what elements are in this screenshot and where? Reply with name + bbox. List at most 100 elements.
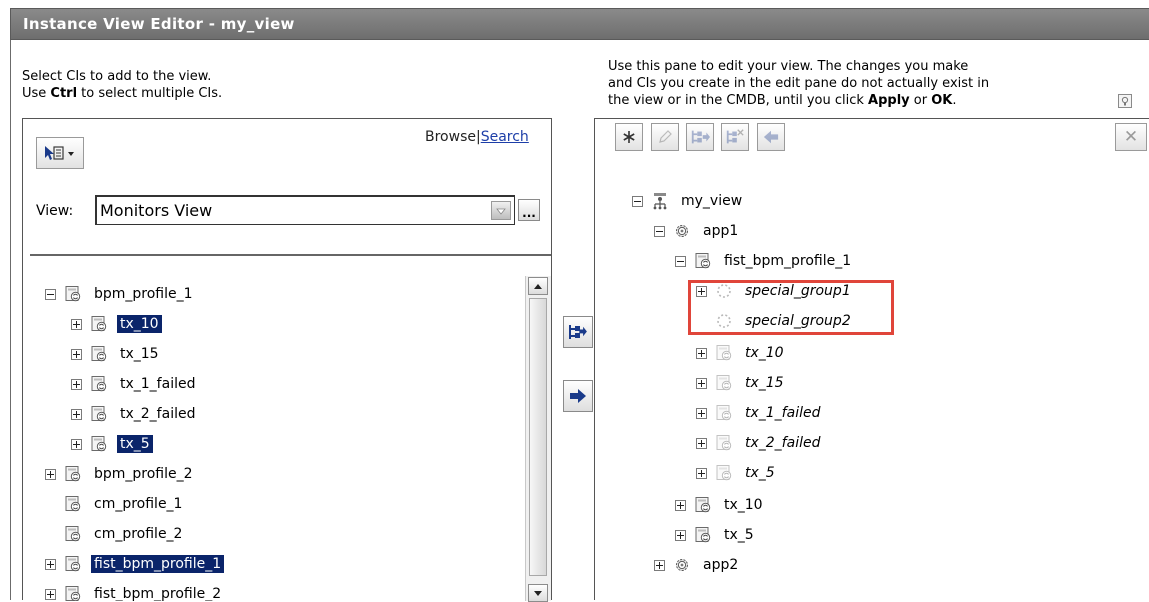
select-mode-button[interactable]	[36, 137, 84, 169]
expand-icon[interactable]	[675, 529, 686, 541]
tree-item[interactable]: app2	[654, 553, 741, 577]
profile-icon	[715, 464, 733, 482]
tree-item[interactable]: tx_10	[696, 341, 787, 365]
tree-item[interactable]: tx_1_failed	[71, 372, 198, 396]
left-instruction-text: to select multiple CIs.	[77, 86, 223, 101]
expand-icon[interactable]	[696, 467, 707, 479]
left-tree: bpm_profile_1 tx_10 tx_15 tx_1_failed tx_2_f…	[23, 269, 523, 601]
view-browse-button[interactable]: ...	[518, 199, 540, 221]
tree-item-label: bpm_profile_2	[94, 466, 193, 482]
left-instruction-line-1: Select CIs to add to the view.	[22, 69, 212, 84]
expand-icon[interactable]	[696, 437, 707, 449]
browse-link[interactable]: Browse	[425, 129, 476, 145]
highlight-box	[688, 280, 894, 335]
expand-icon[interactable]	[696, 407, 707, 419]
arrow-down-icon	[534, 590, 542, 596]
scroll-down-button[interactable]	[528, 584, 548, 602]
view-select-arrow[interactable]	[491, 201, 511, 220]
profile-icon	[64, 495, 82, 513]
expand-icon[interactable]	[45, 558, 56, 570]
collapse-icon[interactable]	[654, 225, 665, 237]
tree-item-label: tx_5	[745, 465, 775, 481]
profile-icon	[694, 496, 712, 514]
tree-item-label: fist_bpm_profile_1	[91, 555, 225, 573]
tree-item-label: tx_2_failed	[120, 406, 196, 422]
ellipsis-label: ...	[522, 206, 536, 220]
expand-icon[interactable]	[696, 377, 707, 389]
add-ci-with-children-button[interactable]	[563, 316, 593, 348]
tree-item-label: tx_2_failed	[745, 435, 821, 451]
tree-item-label: tx_15	[120, 346, 159, 362]
left-instruction-line-2: Use Ctrl to select multiple CIs.	[22, 85, 222, 102]
tree-item-label: tx_5	[724, 527, 754, 543]
tree-item[interactable]: tx_15	[71, 342, 162, 366]
gear-icon	[673, 556, 691, 574]
collapse-icon[interactable]	[675, 255, 686, 267]
tree-item-label: tx_1_failed	[120, 376, 196, 392]
profile-icon	[64, 555, 82, 573]
expand-icon[interactable]	[71, 408, 82, 420]
expand-icon[interactable]	[71, 438, 82, 450]
add-ci-button[interactable]	[563, 380, 593, 412]
close-button[interactable]: ✕	[1115, 123, 1147, 151]
profile-icon	[64, 525, 82, 543]
expand-icon[interactable]	[71, 378, 82, 390]
expand-icon[interactable]	[71, 348, 82, 360]
profile-icon	[90, 435, 108, 453]
expand-icon[interactable]	[654, 559, 665, 571]
tree-item[interactable]: tx_5	[71, 432, 153, 456]
tree-item-label: fist_bpm_profile_2	[94, 586, 222, 601]
tree-item[interactable]: tx_10	[675, 493, 766, 517]
tree-item[interactable]: tx_5	[696, 461, 778, 485]
view-select[interactable]: Monitors View	[95, 195, 515, 225]
expand-icon[interactable]	[45, 468, 56, 480]
expand-icon[interactable]	[675, 499, 686, 511]
tree-item[interactable]: bpm_profile_2	[45, 462, 196, 486]
tree-item[interactable]: cm_profile_2	[45, 522, 185, 546]
expand-icon[interactable]	[45, 588, 56, 600]
tree-item-label: app2	[703, 557, 739, 573]
edit-button[interactable]	[651, 123, 679, 151]
expand-icon[interactable]	[71, 318, 82, 330]
left-separator	[30, 254, 551, 256]
left-tree-scrollbar[interactable]	[525, 276, 551, 602]
hint-icon[interactable]	[1118, 94, 1132, 108]
remove-related-button[interactable]	[721, 123, 749, 151]
profile-icon	[694, 252, 712, 270]
tree-item[interactable]: tx_15	[696, 371, 787, 395]
collapse-icon[interactable]	[632, 195, 643, 207]
profile-icon	[715, 404, 733, 422]
tree-item[interactable]: cm_profile_1	[45, 492, 185, 516]
tree-item[interactable]: fist_bpm_profile_1	[675, 249, 854, 273]
tree-item[interactable]: fist_bpm_profile_1	[45, 552, 225, 576]
profile-icon	[715, 344, 733, 362]
scroll-up-button[interactable]	[528, 277, 548, 295]
profile-icon	[64, 465, 82, 483]
arrow-right-icon	[570, 389, 586, 403]
expand-icon[interactable]	[696, 347, 707, 359]
tree-item[interactable]: tx_2_failed	[71, 402, 198, 426]
left-panel: Browse|Search View: Monitors View ... bp…	[22, 118, 552, 602]
tree-item[interactable]: app1	[654, 219, 741, 243]
tree-item[interactable]: tx_2_failed	[696, 431, 823, 455]
new-ci-button[interactable]	[615, 123, 643, 151]
tree-item[interactable]: fist_bpm_profile_2	[45, 582, 224, 601]
profile-icon	[90, 405, 108, 423]
tree-item[interactable]: tx_1_failed	[696, 401, 823, 425]
profile-icon	[64, 285, 82, 303]
add-related-button[interactable]	[686, 123, 714, 151]
add-with-children-icon	[569, 325, 587, 339]
tree-item[interactable]: my_view	[632, 189, 745, 213]
add-with-children-icon	[691, 130, 710, 144]
scroll-thumb[interactable]	[529, 298, 547, 576]
remove-from-view-button[interactable]	[757, 123, 785, 151]
tree-item[interactable]: tx_5	[675, 523, 757, 547]
arrow-up-icon	[534, 283, 542, 289]
tree-item-label: tx_15	[745, 375, 784, 391]
search-link[interactable]: Search	[481, 129, 529, 145]
tree-item-label: app1	[703, 223, 739, 239]
tree-item[interactable]: tx_10	[71, 312, 162, 336]
collapse-icon[interactable]	[45, 288, 56, 300]
tree-item-label: cm_profile_1	[94, 496, 183, 512]
tree-item[interactable]: bpm_profile_1	[45, 282, 196, 306]
